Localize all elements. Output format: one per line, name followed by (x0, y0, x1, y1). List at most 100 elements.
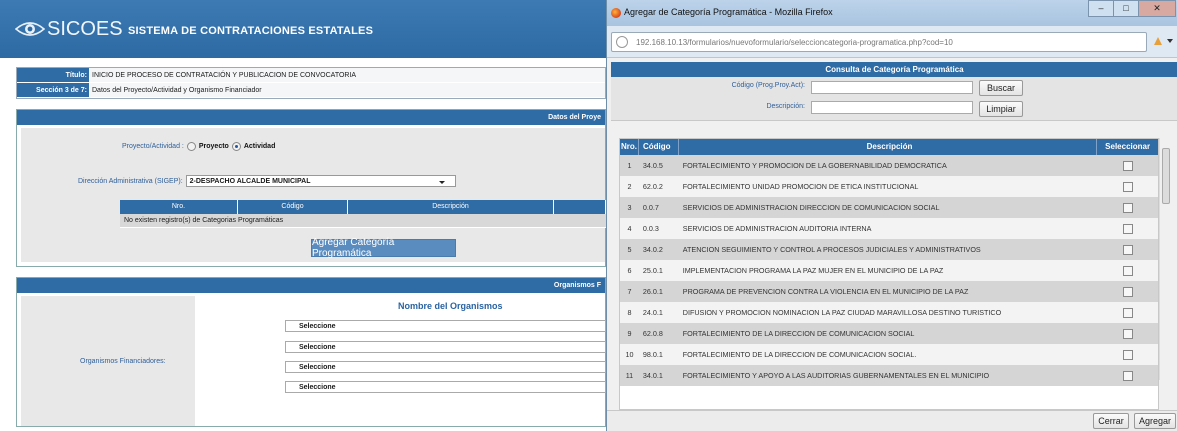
row-select-cell (1097, 181, 1158, 192)
radio-proyecto[interactable] (186, 142, 196, 151)
row-codigo: 0.0.7 (642, 203, 659, 212)
seleccionar-checkbox[interactable] (1122, 370, 1133, 381)
brand-name: SICOES (47, 17, 123, 40)
seleccionar-checkbox[interactable] (1122, 160, 1133, 171)
list-item: 11 34.0.1 FORTALECIMIENTO Y APOYO A LAS AU… (620, 365, 1158, 386)
proyecto-label: Proyecto/Actividad : (122, 143, 184, 150)
row-nro: 3 (627, 203, 632, 212)
url-field[interactable]: 192.168.10.13/formularios/nuevoformulari… (611, 32, 1147, 52)
row-descripcion: PROGRAMA DE PREVENCION CONTRA LA VIOLENC… (682, 287, 969, 296)
row-codigo: 34.0.1 (642, 371, 663, 380)
seleccionar-checkbox[interactable] (1122, 307, 1133, 318)
firefox-icon (611, 8, 621, 18)
col-descripcion: Descripción (348, 200, 554, 214)
agregar-categoria-button[interactable]: Agregar Categoría Programática (311, 237, 456, 259)
row-descripcion: ATENCION SEGUIMIENTO Y CONTROL A PROCESO… (682, 245, 981, 254)
limpiar-button[interactable]: Limpiar (979, 101, 1023, 117)
organismos-label: Organismos Financiadores: (80, 358, 166, 365)
row-select-cell (1097, 370, 1158, 381)
row-descripcion: IMPLEMENTACION PROGRAMA LA PAZ MUJER EN … (682, 266, 944, 275)
row-codigo: 25.0.1 (642, 266, 663, 275)
row-nro: 9 (627, 329, 632, 338)
seleccionar-checkbox[interactable] (1122, 328, 1133, 339)
seleccionar-checkbox[interactable] (1122, 286, 1133, 297)
list-item: 6 25.0.1 IMPLEMENTACION PROGRAMA LA PAZ MU… (620, 260, 1158, 281)
col-extra (554, 200, 606, 214)
menu-dropdown-icon[interactable] (1167, 39, 1173, 43)
empty-row: No existen registro(s) de Categorias Pro… (120, 214, 606, 228)
popup-footer: Cerrar Agregar (607, 410, 1177, 431)
codigo-input[interactable] (811, 81, 973, 94)
screen: SICOES SISTEMA DE CONTRATACIONES ESTATAL… (0, 0, 1177, 431)
row-nro: 11 (625, 371, 634, 380)
row-codigo: 62.0.8 (642, 329, 663, 338)
radio-actividad[interactable] (231, 142, 241, 151)
list-item: 2 62.0.2 FORTALECIMIENTO UNIDAD PROMOCION … (620, 176, 1158, 197)
row-select-cell (1097, 286, 1158, 297)
row-codigo: 0.0.3 (642, 224, 659, 233)
list-item: 4 0.0.3 SERVICIOS DE ADMINISTRACION AUDITO… (620, 218, 1158, 239)
list-item: 9 62.0.8 FORTALECIMIENTO DE LA DIRECCION D… (620, 323, 1158, 344)
row-descripcion: FORTALECIMIENTO Y PROMOCION DE LA GOBERN… (682, 161, 947, 170)
seleccionar-checkbox[interactable] (1122, 244, 1133, 255)
info-value: INICIO DE PROCESO DE CONTRATACIÓN Y PUBL… (89, 68, 605, 82)
close-window-button[interactable]: ✕ (1138, 0, 1176, 17)
row-codigo: 98.0.1 (642, 350, 663, 359)
row-nro: 4 (627, 224, 632, 233)
seleccionar-checkbox[interactable] (1122, 202, 1133, 213)
panel-header: Datos del Proye (17, 110, 605, 125)
descripcion-label: Descripción: (766, 103, 805, 110)
organismo-select-2[interactable]: Seleccione (285, 341, 606, 353)
seleccionar-checkbox[interactable] (1122, 265, 1133, 276)
row-select-cell (1097, 349, 1158, 360)
info-label: Título: (17, 68, 89, 82)
addon-icon[interactable] (1153, 36, 1163, 46)
row-nro: 5 (627, 245, 632, 254)
radio-actividad-label: Actividad (243, 143, 276, 150)
table-header: Nro. Código Descripción (120, 200, 606, 214)
row-select-cell (1097, 307, 1158, 318)
seleccionar-checkbox[interactable] (1122, 181, 1133, 192)
logo: SICOES (15, 16, 123, 42)
consulta-body: Código (Prog.Proy.Act): Buscar Descripci… (611, 77, 1177, 121)
col-nro: Nro. (120, 200, 238, 214)
categoria-list: Nro. Código Descripción Seleccionar 1 34.… (619, 138, 1159, 410)
direccion-select[interactable]: 2-DESPACHO ALCALDE MUNICIPAL (185, 175, 456, 187)
panel-header: Organismos F (17, 278, 605, 293)
buscar-button[interactable]: Buscar (979, 80, 1023, 96)
row-nro: 10 (625, 350, 634, 359)
list-scrollbar[interactable] (1159, 138, 1171, 380)
row-nro: 6 (627, 266, 632, 275)
row-descripcion: FORTALECIMIENTO Y APOYO A LAS AUDITORIAS… (682, 371, 990, 380)
organismo-select-4[interactable]: Seleccione (285, 381, 606, 393)
cerrar-button[interactable]: Cerrar (1093, 413, 1129, 429)
descripcion-input[interactable] (811, 101, 973, 114)
organismo-select-3[interactable]: Seleccione (285, 361, 606, 373)
row-select-cell (1097, 265, 1158, 276)
minimize-button[interactable]: – (1088, 0, 1114, 17)
app-header: SICOES SISTEMA DE CONTRATACIONES ESTATAL… (0, 0, 606, 58)
organismo-select-1[interactable]: Seleccione (285, 320, 606, 332)
consulta-title: Consulta de Categoría Programática (611, 62, 1177, 77)
row-descripcion: FORTALECIMIENTO DE LA DIRECCION DE COMUN… (682, 350, 917, 359)
radio-proyecto-label: Proyecto (198, 143, 229, 150)
scrollbar-thumb[interactable] (1162, 148, 1170, 204)
globe-icon (616, 36, 628, 48)
row-select-cell (1097, 244, 1158, 255)
categoria-table: Nro. Código Descripción No existen regis… (120, 200, 606, 228)
row-descripcion: DIFUSION Y PROMOCION NOMINACION LA PAZ C… (682, 308, 1002, 317)
maximize-button[interactable]: □ (1113, 0, 1139, 17)
info-row-title: Título: INICIO DE PROCESO DE CONTRATACIÓ… (17, 68, 605, 83)
organismos-column-header: Nombre del Organismos (398, 301, 503, 311)
seleccionar-checkbox[interactable] (1122, 223, 1133, 234)
agregar-button[interactable]: Agregar (1134, 413, 1176, 429)
row-descripcion: FORTALECIMIENTO UNIDAD PROMOCION DE ETIC… (682, 182, 919, 191)
seleccionar-checkbox[interactable] (1122, 349, 1133, 360)
list-item: 1 34.0.5 FORTALECIMIENTO Y PROMOCION DE LA… (620, 155, 1158, 176)
system-title: SISTEMA DE CONTRATACIONES ESTATALES (128, 25, 374, 37)
list-item: 5 34.0.2 ATENCION SEGUIMIENTO Y CONTROL A … (620, 239, 1158, 260)
list-rows: 1 34.0.5 FORTALECIMIENTO Y PROMOCION DE LA… (620, 155, 1158, 386)
col-descripcion: Descripción (679, 139, 1098, 155)
list-item: 7 26.0.1 PROGRAMA DE PREVENCION CONTRA LA … (620, 281, 1158, 302)
row-nro: 2 (627, 182, 632, 191)
